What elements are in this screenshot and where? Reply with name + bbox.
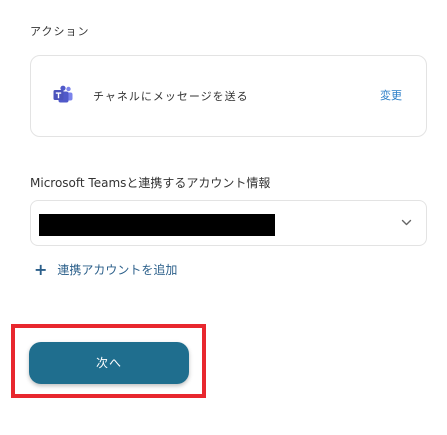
teams-account-label: Microsoft Teamsと連携するアカウント情報 [30,176,271,190]
next-button[interactable]: 次へ [29,342,189,384]
microsoft-teams-icon [53,85,73,103]
next-button-label: 次へ [95,356,122,370]
add-account-link[interactable]: + 連携アカウントを追加 [34,260,177,279]
action-name: チャネルにメッセージを送る [93,90,249,103]
selected-account-value [39,214,275,236]
action-card: チャネルにメッセージを送る 変更 [30,55,427,137]
change-action-link[interactable]: 変更 [380,87,402,103]
action-section-label: アクション [30,25,90,38]
chevron-down-icon [401,219,412,226]
add-account-label: 連携アカウントを追加 [57,263,178,277]
account-select[interactable] [30,200,427,246]
plus-icon: + [34,260,48,279]
